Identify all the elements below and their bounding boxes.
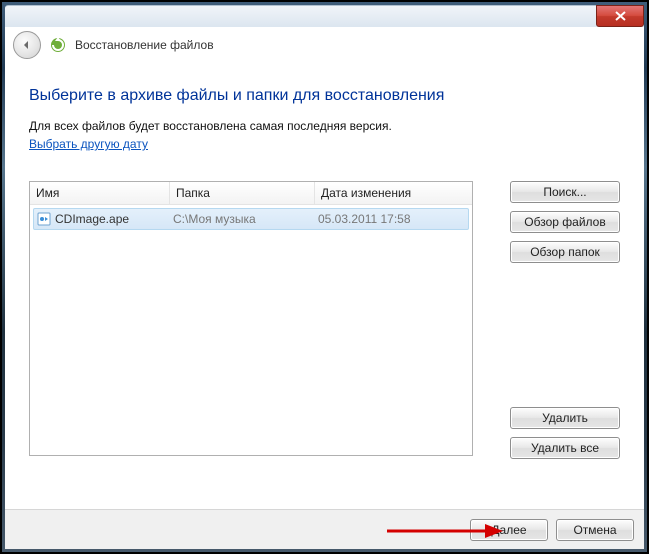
close-icon: [615, 11, 626, 21]
page-subtext: Для всех файлов будет восстановлена сама…: [29, 119, 620, 133]
restore-icon: [49, 36, 67, 54]
col-header-date[interactable]: Дата изменения: [315, 182, 472, 204]
remove-button[interactable]: Удалить: [510, 407, 620, 429]
footer-bar: Далее Отмена: [5, 509, 644, 549]
list-item[interactable]: CDImage.ape C:\Моя музыка 05.03.2011 17:…: [33, 208, 469, 230]
window-frame: Восстановление файлов Выберите в архиве …: [0, 0, 649, 554]
title-bar: [5, 5, 644, 28]
side-button-group-bottom: Удалить Удалить все: [510, 407, 620, 459]
col-header-name[interactable]: Имя: [30, 182, 170, 204]
column-header-row: Имя Папка Дата изменения: [30, 182, 472, 205]
search-button[interactable]: Поиск...: [510, 181, 620, 203]
choose-date-link[interactable]: Выбрать другую дату: [29, 137, 148, 151]
file-icon: [37, 212, 51, 226]
close-button[interactable]: [596, 5, 644, 27]
browse-folders-button[interactable]: Обзор папок: [510, 241, 620, 263]
browse-files-button[interactable]: Обзор файлов: [510, 211, 620, 233]
remove-all-button[interactable]: Удалить все: [510, 437, 620, 459]
col-header-folder[interactable]: Папка: [170, 182, 315, 204]
back-arrow-icon: [20, 38, 34, 52]
cell-folder: C:\Моя музыка: [173, 212, 318, 226]
wizard-header: Восстановление файлов: [5, 27, 644, 64]
cell-date: 05.03.2011 17:58: [318, 212, 468, 226]
file-list: Имя Папка Дата изменения CDImage: [29, 181, 473, 456]
cell-name: CDImage.ape: [55, 212, 129, 226]
side-button-group-top: Поиск... Обзор файлов Обзор папок: [510, 181, 620, 263]
annotation-arrow-icon: [385, 522, 505, 540]
content-area: Выберите в архиве файлы и папки для восс…: [5, 63, 644, 510]
cancel-button[interactable]: Отмена: [556, 519, 634, 541]
back-button[interactable]: [13, 31, 41, 59]
page-heading: Выберите в архиве файлы и папки для восс…: [29, 87, 620, 105]
header-title: Восстановление файлов: [75, 38, 214, 52]
